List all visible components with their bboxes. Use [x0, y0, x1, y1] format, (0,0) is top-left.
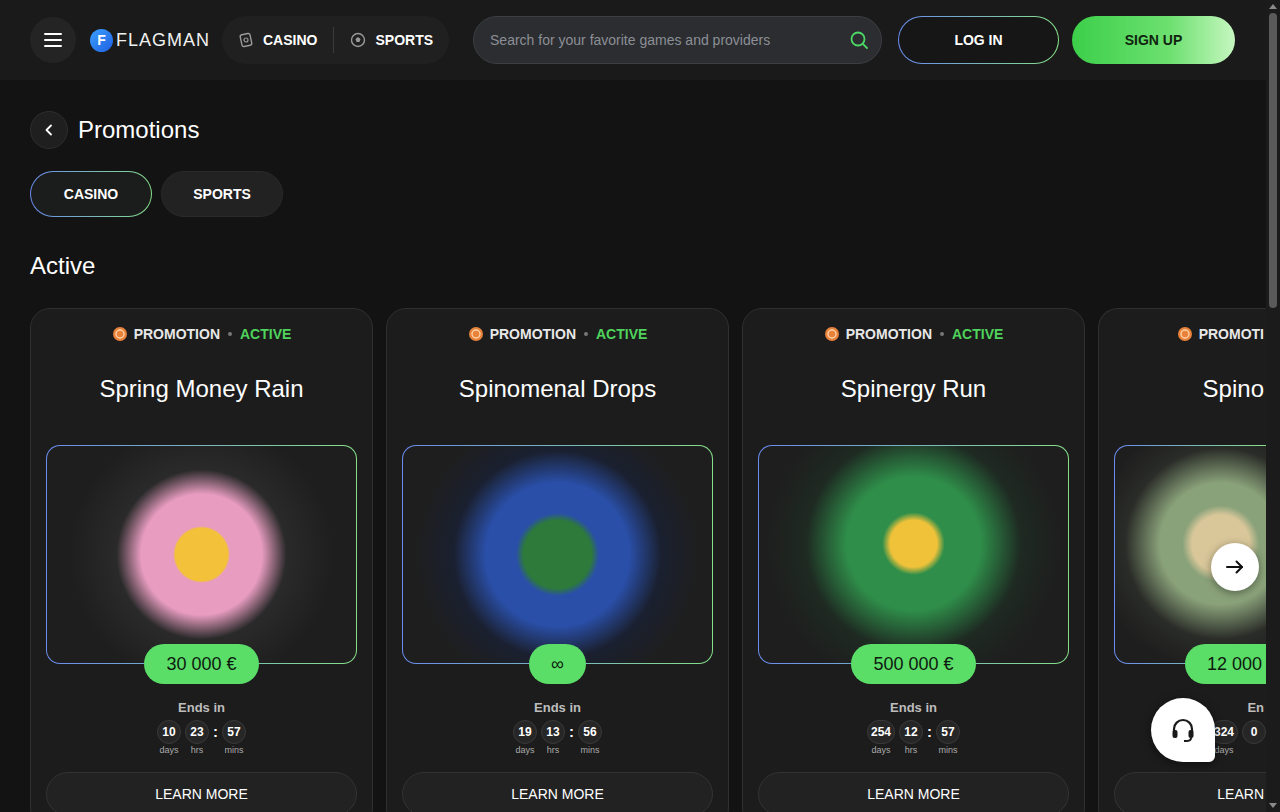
page-content: FFLAGMANCASINOSPORTSSearch for your favo…: [0, 0, 1266, 812]
main-nav: CASINO SPORTS: [222, 16, 449, 64]
ends-label: Ends in: [890, 700, 937, 716]
learn-more-button[interactable]: LEARN MORE: [46, 772, 357, 812]
promotion-image: [46, 445, 357, 664]
countdown-unit: 13hrs: [541, 720, 565, 756]
scroll-down-arrow-icon[interactable]: [1269, 803, 1277, 808]
scroll-up-arrow-icon[interactable]: [1269, 4, 1277, 9]
promotion-image: [402, 445, 713, 664]
category-tabs: CASINOSPORTS: [30, 171, 1266, 217]
nav-divider: [333, 27, 334, 53]
promotion-badge: PROMOTIONACTIVE: [468, 325, 648, 343]
logo-mark: F: [90, 29, 113, 52]
countdown-unit: 56mins: [578, 720, 602, 756]
ends-label: Ends in: [178, 700, 225, 716]
promotion-badge: PROMOTI: [1177, 325, 1266, 343]
promotion-title: Spino: [1203, 374, 1266, 404]
coin-icon: [112, 326, 128, 342]
countdown-unit: 57mins: [936, 720, 960, 756]
casino-chip-icon: [238, 32, 254, 48]
nav-item[interactable]: CASINO: [236, 32, 319, 48]
carousel-next-button[interactable]: [1211, 543, 1259, 591]
promotion-title: Spinomenal Drops: [459, 374, 656, 404]
countdown: 324days0: [1210, 720, 1266, 756]
auth-buttons: LOG IN SIGN UP: [898, 16, 1235, 64]
coin-icon: [1177, 326, 1193, 342]
countdown-unit: 19days: [513, 720, 537, 756]
countdown-separator: :: [569, 720, 574, 744]
countdown: 19days13hrs:56mins: [513, 720, 602, 756]
coin-icon: [468, 326, 484, 342]
promotion-badge: PROMOTIONACTIVE: [824, 325, 1004, 343]
separator-dot: [228, 332, 232, 336]
login-button[interactable]: LOG IN: [898, 16, 1059, 64]
countdown-unit: 23hrs: [185, 720, 209, 756]
back-button[interactable]: [30, 111, 68, 149]
status-label: ACTIVE: [240, 325, 291, 343]
logo[interactable]: FFLAGMAN: [90, 29, 210, 52]
promotion-title: Spring Money Rain: [99, 374, 303, 404]
ends-label: Ends in: [534, 700, 581, 716]
title-row: Promotions: [30, 111, 1266, 149]
learn-more-button[interactable]: LEARN MORE: [758, 772, 1069, 812]
signup-button[interactable]: SIGN UP: [1072, 16, 1235, 64]
countdown-separator: :: [927, 720, 932, 744]
promotion-badge: PROMOTIONACTIVE: [112, 325, 292, 343]
headset-icon: [1169, 716, 1197, 744]
learn-more-button[interactable]: LEARN MORE: [402, 772, 713, 812]
support-chat-button[interactable]: [1151, 698, 1215, 762]
countdown-unit: 57mins: [222, 720, 246, 756]
menu-icon: [44, 33, 62, 47]
countdown: 254days12hrs:57mins: [867, 720, 960, 756]
nav-item[interactable]: SPORTS: [348, 32, 435, 48]
prize-pill: 30 000 €: [144, 644, 258, 684]
coin-icon: [824, 326, 840, 342]
countdown: 10days23hrs:57mins: [157, 720, 246, 756]
chevron-left-icon: [43, 124, 55, 136]
arrow-right-icon: [1226, 560, 1244, 574]
prize-pill: ∞: [529, 644, 586, 684]
promotion-card: PROMOTIONACTIVE Spring Money Rain 30 000 €…: [30, 308, 373, 812]
countdown-unit: 0: [1242, 720, 1266, 744]
top-bar: FFLAGMAN CASINO SPORTS Search for your favo…: [0, 0, 1266, 80]
category-tab[interactable]: CASINO: [30, 171, 152, 217]
prize-pill: 12 000: [1185, 644, 1266, 684]
countdown-unit: 254days: [867, 720, 895, 756]
promotion-carousel: PROMOTIONACTIVE Spring Money Rain 30 000 €…: [30, 308, 1266, 812]
ends-label: En: [1247, 700, 1266, 716]
promotions-page: Promotions CASINOSPORTS Active PROMOTIONACT…: [0, 80, 1266, 812]
separator-dot: [584, 332, 588, 336]
app: FFLAGMANCASINOSPORTSSearch for your favo…: [0, 0, 1280, 812]
separator-dot: [940, 332, 944, 336]
scrollbar[interactable]: [1266, 0, 1280, 812]
scroll-thumb[interactable]: [1269, 13, 1277, 308]
promotion-image: [758, 445, 1069, 664]
promotion-title: Spinergy Run: [841, 374, 986, 404]
logo-name: FLAGMAN: [116, 30, 210, 51]
search-field[interactable]: Search for your favorite games and provi…: [473, 16, 882, 64]
search-placeholder: Search for your favorite games and provi…: [490, 32, 770, 48]
promotion-card: PROMOTIONACTIVE Spinergy Run 500 000 € Ends…: [742, 308, 1085, 812]
section-title: Active: [30, 251, 1266, 281]
countdown-unit: 12hrs: [899, 720, 923, 756]
sports-ball-icon: [350, 32, 366, 48]
status-label: ACTIVE: [596, 325, 647, 343]
search-icon: [849, 30, 869, 50]
learn-more-button[interactable]: LEARN: [1114, 772, 1266, 812]
status-label: ACTIVE: [952, 325, 1003, 343]
page-title: Promotions: [78, 115, 199, 145]
category-tab[interactable]: SPORTS: [161, 171, 283, 217]
countdown-unit: 10days: [157, 720, 181, 756]
countdown-separator: :: [213, 720, 218, 744]
menu-button[interactable]: [30, 17, 76, 63]
prize-pill: 500 000 €: [851, 644, 975, 684]
promotion-card: PROMOTIONACTIVE Spinomenal Drops ∞ Ends in 1…: [386, 308, 729, 812]
